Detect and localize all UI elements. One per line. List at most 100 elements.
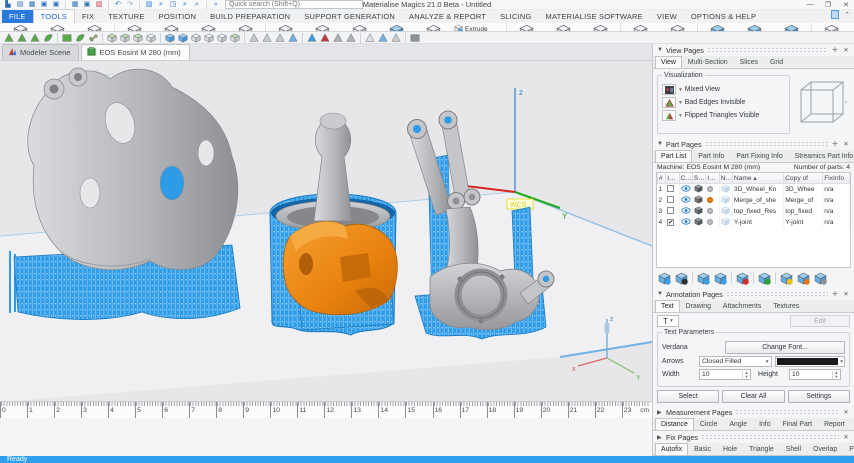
menu-tab-build-preparation[interactable]: BUILD PREPARATION [203, 10, 297, 23]
eye-icon[interactable] [679, 195, 693, 206]
collapse-arrow-icon[interactable]: ▼ [657, 291, 663, 297]
zoom-selection-icon[interactable]: ⌕ [156, 0, 166, 9]
tab-text[interactable]: Text [655, 300, 680, 312]
chevron-down-icon[interactable]: ▾ [679, 113, 682, 119]
tab-distance[interactable]: Distance [655, 418, 694, 430]
ghost-cube-icon[interactable] [203, 32, 215, 43]
view-leaf-icon[interactable] [42, 32, 54, 43]
remove-part-icon[interactable] [735, 271, 750, 285]
ribbon-button-perforator[interactable]: Perforator [341, 23, 378, 31]
chevron-down-icon[interactable]: ▾ [679, 87, 682, 93]
menu-tab-support-generation[interactable]: SUPPORT GENERATION [297, 10, 402, 23]
tab-point[interactable]: Point [843, 443, 854, 455]
zoom-out-icon[interactable]: ⌕ [192, 0, 202, 9]
column-header-1[interactable]: I… [665, 173, 680, 184]
tab-multi-section[interactable]: Multi-Section [682, 56, 734, 68]
visibility-checkbox[interactable] [667, 207, 675, 214]
ribbon-button-translate[interactable]: Translate ▾ [116, 23, 153, 31]
tri-pale-2-icon[interactable] [261, 32, 273, 43]
part-row-merge-of-she[interactable]: 2 Merge_of_she Merge_of n/a [657, 195, 850, 206]
part-row-top-fixed-res[interactable]: 3 top_fixed_Res top_fixed n/a [657, 206, 850, 217]
ribbon-button-mirror[interactable]: Mirror [227, 23, 264, 31]
ribbon-button-shells-to-parts[interactable]: Shells To Parts [582, 23, 619, 31]
ribbon-button-duplicate[interactable]: Duplicate [39, 23, 76, 31]
tri-blue-icon[interactable] [287, 32, 299, 43]
ghost-cube-icon[interactable] [719, 183, 733, 195]
menu-tab-tools[interactable]: TOOLS [32, 9, 75, 23]
tab-final-part[interactable]: Final Part [777, 418, 819, 430]
rotate-tool-icon[interactable] [29, 32, 41, 43]
text-tool-button[interactable]: T ▾ [657, 315, 679, 327]
ribbon-button-slice-based-structures[interactable]: Slice Based Structures [736, 23, 773, 31]
tab-slices[interactable]: Slices [734, 56, 764, 68]
width-stepper[interactable]: 10 ▲ ▼ [699, 369, 751, 380]
column-header-2[interactable]: C… [678, 173, 693, 184]
ribbon-button-formfit[interactable]: FormFit [850, 23, 854, 31]
ribbon-button-hollow-part[interactable]: Hollow Part [267, 23, 304, 31]
ribbon-button-batch-duplicate[interactable]: Batch Duplicate [76, 23, 113, 31]
pan-tool-icon[interactable] [16, 32, 28, 43]
menu-tab-analyze-report[interactable]: ANALYZE & REPORT [402, 10, 493, 23]
part-pages-header[interactable]: ▼ Part Pages ✛ ✕ [653, 138, 854, 150]
shade-cube-icon[interactable] [229, 32, 241, 43]
change-font-button[interactable]: Change Font... [725, 341, 845, 354]
ribbon-button-extrude[interactable]: Extrude [454, 24, 503, 31]
tab-drawing[interactable]: Drawing [680, 300, 717, 312]
annotation-pages-header[interactable]: ▼ Annotation Pages ✛ ✕ [653, 288, 854, 300]
ribbon-button-dsm-somos-tetrashell[interactable]: DSM Somos TetraShell [773, 23, 810, 31]
bottom-cube-icon[interactable] [177, 32, 189, 43]
ribbon-button-merge-parts[interactable]: Merge Parts [508, 23, 545, 31]
target-cube-icon[interactable] [216, 32, 228, 43]
part-row-3d-wheel-kn[interactable]: 1 3D_Wheel_Kn 3D_Whee n/a [657, 183, 850, 195]
platform-wizard-icon[interactable]: ▣ [82, 0, 92, 9]
column-header-4[interactable]: I… [705, 173, 720, 184]
chevron-down-icon[interactable]: ▾ [679, 100, 682, 106]
ribbon-button-structures[interactable]: Structures [699, 23, 736, 31]
tri-blue-fill-icon[interactable] [377, 32, 389, 43]
view-cube-preview[interactable] [794, 72, 850, 134]
back-view-icon[interactable] [132, 32, 144, 43]
orange-cube-icon[interactable] [190, 32, 202, 43]
tab-grid[interactable]: Grid [764, 56, 789, 68]
tri-gray-2-icon[interactable] [345, 32, 357, 43]
support-status-icon[interactable] [705, 195, 720, 206]
support-status-icon[interactable] [705, 217, 720, 228]
ghost-cube-icon[interactable] [719, 195, 733, 206]
measure-view-icon[interactable] [87, 32, 99, 43]
column-header-5[interactable]: N… [718, 173, 733, 184]
select-button[interactable]: Select [657, 390, 720, 403]
export-part-orange-icon[interactable] [796, 271, 811, 285]
close-panel-icon[interactable]: ✕ [842, 140, 850, 148]
ghost-cube-icon[interactable] [719, 206, 733, 217]
zoom-tool-icon[interactable] [3, 32, 15, 43]
tri-mark-blue-icon[interactable] [306, 32, 318, 43]
tab-shell[interactable]: Shell [780, 443, 807, 455]
collapse-arrow-icon[interactable]: ▼ [657, 141, 663, 147]
close-panel-icon[interactable]: ✕ [842, 290, 850, 298]
collapse-arrow-icon[interactable]: ▼ [657, 47, 663, 53]
close-panel-icon[interactable]: ✕ [842, 46, 850, 54]
redo-icon[interactable]: ↷ [125, 0, 135, 9]
tab-angle[interactable]: Angle [723, 418, 753, 430]
column-header-7[interactable]: Copy of [783, 173, 824, 184]
tab-attachments[interactable]: Attachments [717, 300, 767, 312]
search-icon[interactable]: ⌕ [211, 0, 221, 9]
ribbon-button-prop-generation[interactable]: Prop Generation [659, 23, 696, 31]
visibility-checkbox[interactable]: ✔ [667, 219, 675, 226]
machine-properties-icon[interactable]: ▦ [70, 0, 80, 9]
duplicate-to-platform-icon[interactable] [696, 271, 711, 285]
tab-info[interactable]: Info [753, 418, 777, 430]
tri-pale-1-icon[interactable] [248, 32, 260, 43]
flipped-triangles-visible-button[interactable] [662, 110, 676, 121]
remove-platform-icon[interactable]: ▧ [94, 0, 104, 9]
new-document-icon[interactable]: ▤ [15, 0, 25, 9]
tri-half-icon[interactable] [390, 32, 402, 43]
pin-icon[interactable]: ✛ [831, 140, 839, 148]
menu-tab-materialise-software[interactable]: MATERIALISE SOFTWARE [539, 10, 650, 23]
ribbon-button-rescale[interactable]: Rescale [190, 23, 227, 31]
ribbon-button-surface-to-solid[interactable]: Surface to Solid [415, 23, 452, 31]
menu-tab-options-help[interactable]: OPTIONS & HELP [684, 10, 763, 23]
pin-icon[interactable]: ✛ [831, 290, 839, 298]
ribbon-button-label[interactable]: Label ▾ [622, 23, 659, 31]
support-status-icon[interactable] [705, 183, 720, 195]
